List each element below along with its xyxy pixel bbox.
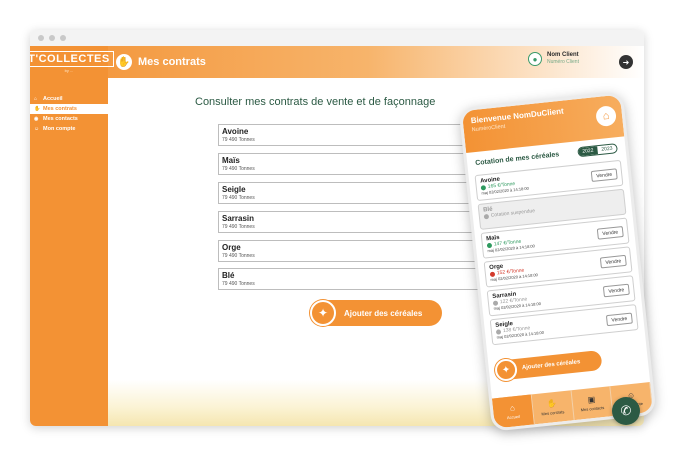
contract-card-sarrasin[interactable]: Sarrasin 79 490 Tonnes [218, 211, 488, 233]
user-number: Numéro Client [547, 59, 579, 65]
contract-name: Orge [222, 243, 241, 252]
contract-quantity: 79 490 Tonnes [222, 195, 255, 201]
trend-flat-icon [483, 213, 490, 219]
sidebar-item-accueil[interactable]: ⌂ Accueil [30, 94, 108, 104]
logo-subtext: by ... [64, 68, 74, 73]
sidebar-item-label: Mes contacts [43, 116, 78, 122]
contract-card-ble[interactable]: Blé 79 490 Tonnes [218, 268, 488, 290]
contracts-heading: Consulter mes contrats de vente et de fa… [195, 96, 436, 108]
tab-label: Mes contrats [541, 409, 565, 417]
sidebar: ⌂ Accueil ✋ Mes contrats ◉ Mes contacts … [30, 78, 108, 426]
account-icon: ☺ [34, 126, 40, 132]
home-icon[interactable]: ⌂ [595, 105, 618, 128]
year-toggle: 2022 2023 [576, 143, 618, 158]
stage: T'COLLECTES by ... ✋ Mes contrats ● Nom … [0, 0, 673, 453]
contract-quantity: 79 490 Tonnes [222, 253, 255, 259]
wheat-icon: ✦ [493, 357, 519, 383]
year-2023-toggle[interactable]: 2023 [597, 144, 617, 154]
tab-accueil[interactable]: ⌂ Accueil [491, 394, 535, 429]
contract-card-avoine[interactable]: Avoine 79 490 Tonnes [218, 124, 488, 146]
add-cereals-label: Ajouter des céréales [344, 308, 423, 318]
contract-card-seigle[interactable]: Seigle 79 490 Tonnes [218, 182, 488, 204]
sidebar-item-label: Mon compte [43, 126, 76, 132]
window-chrome [30, 30, 644, 46]
handshake-icon: ✋ [116, 54, 132, 70]
logout-icon[interactable]: ➜ [619, 55, 633, 69]
contract-name: Sarrasin [222, 214, 255, 223]
window-dot-maximize[interactable] [60, 35, 66, 41]
user-menu[interactable]: ● Nom Client Numéro Client [528, 52, 579, 66]
handshake-icon: ✋ [546, 398, 558, 409]
wheat-icon: ✦ [310, 300, 336, 326]
logo-text: T'COLLECTES [30, 51, 114, 67]
contact-icon: ▣ [587, 394, 596, 405]
contract-quantity: 79 490 Tonnes [222, 281, 255, 287]
contract-name: Seigle [222, 185, 246, 194]
sidebar-item-mes-contrats[interactable]: ✋ Mes contrats [30, 104, 108, 114]
sidebar-item-mes-contacts[interactable]: ◉ Mes contacts [30, 114, 108, 124]
phone-add-cereals-label: Ajouter des céréales [521, 359, 581, 372]
sidebar-item-label: Accueil [43, 96, 63, 102]
app-header: T'COLLECTES by ... ✋ Mes contrats ● Nom … [30, 46, 644, 78]
tab-label: Mes contacts [580, 404, 605, 413]
handshake-icon: ✋ [34, 106, 41, 112]
tab-label: Accueil [506, 413, 521, 421]
home-icon: ⌂ [509, 403, 516, 413]
user-name: Nom Client [547, 52, 579, 58]
window-dot-close[interactable] [38, 35, 44, 41]
user-avatar-icon: ● [528, 52, 542, 66]
tab-mes-contacts[interactable]: ▣ Mes contacts [571, 386, 614, 421]
contract-card-orge[interactable]: Orge 79 490 Tonnes [218, 240, 488, 262]
page-title: Mes contrats [138, 56, 206, 68]
phone-mockup: Bienvenue NomDuClient NuméroClient ⌂ Cot… [458, 91, 657, 432]
sidebar-item-mon-compte[interactable]: ☺ Mon compte [30, 124, 108, 134]
contract-card-mais[interactable]: Maïs 79 490 Tonnes [218, 153, 488, 175]
contract-quantity: 79 490 Tonnes [222, 166, 255, 172]
phone-call-icon[interactable]: ✆ [612, 397, 640, 425]
sidebar-item-label: Mes contrats [43, 106, 77, 112]
contract-name: Avoine [222, 127, 249, 136]
phone-add-cereals-button[interactable]: ✦ Ajouter des céréales [493, 349, 603, 383]
contact-icon: ◉ [34, 116, 39, 122]
quotation-title: Cotation de mes céréales [474, 150, 560, 167]
logo[interactable]: T'COLLECTES by ... [30, 46, 114, 78]
add-cereals-button[interactable]: ✦ Ajouter des céréales [310, 300, 442, 326]
year-2022-toggle[interactable]: 2022 [578, 146, 598, 157]
contract-quantity: 79 490 Tonnes [222, 137, 255, 143]
home-icon: ⌂ [34, 96, 38, 102]
contract-quantity: 79 490 Tonnes [222, 224, 255, 230]
tab-mes-contrats[interactable]: ✋ Mes contrats [531, 390, 575, 425]
contract-name: Maïs [222, 156, 240, 165]
window-dot-minimize[interactable] [49, 35, 55, 41]
contract-name: Blé [222, 271, 235, 280]
